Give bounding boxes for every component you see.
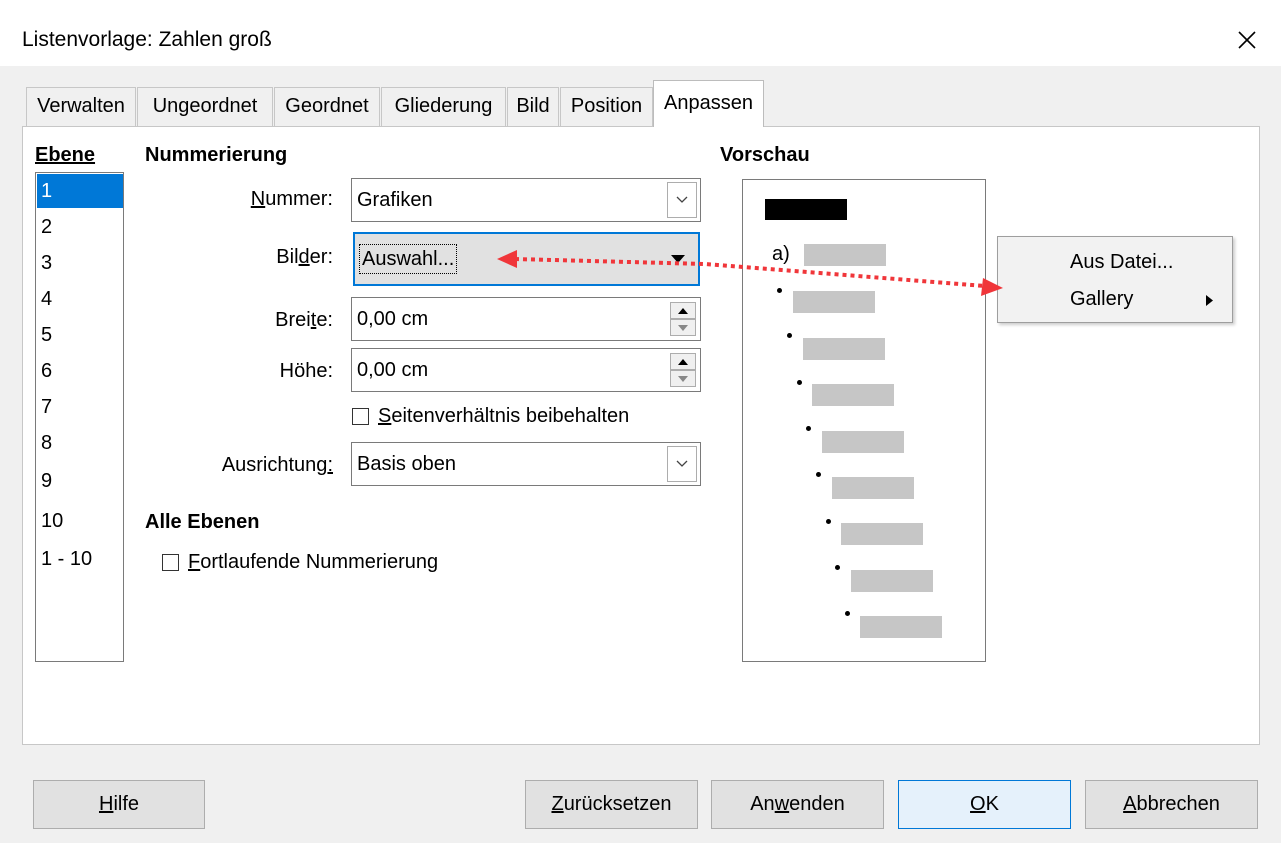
apply-button[interactable]: Anwenden bbox=[711, 780, 884, 829]
reset-button[interactable]: Zurücksetzen bbox=[525, 780, 698, 829]
annotation-arrow bbox=[497, 250, 1003, 296]
cancel-button[interactable]: Abbrechen bbox=[1085, 780, 1258, 829]
help-button[interactable]: Hilfe bbox=[33, 780, 205, 829]
tab-anpassen[interactable]: Anpassen bbox=[653, 80, 764, 127]
ok-button[interactable]: OK bbox=[898, 780, 1071, 829]
